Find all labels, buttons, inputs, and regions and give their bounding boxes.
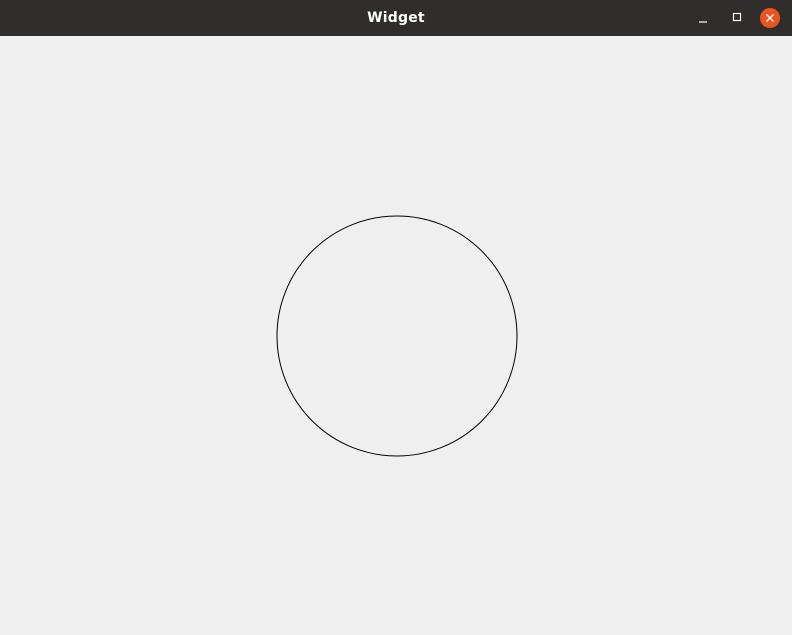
close-icon [766, 14, 774, 22]
app-window: Widget [0, 0, 792, 635]
title-bar[interactable]: Widget [0, 0, 792, 36]
minimize-icon [699, 21, 707, 23]
maximize-icon [732, 12, 742, 22]
widget-canvas[interactable] [0, 36, 792, 635]
maximize-button[interactable] [727, 8, 747, 28]
window-title: Widget [367, 10, 425, 26]
minimize-button[interactable] [693, 8, 713, 28]
close-button[interactable] [760, 8, 780, 28]
drawing-surface [276, 215, 518, 457]
circle-shape [276, 215, 518, 457]
window-controls [692, 0, 792, 36]
